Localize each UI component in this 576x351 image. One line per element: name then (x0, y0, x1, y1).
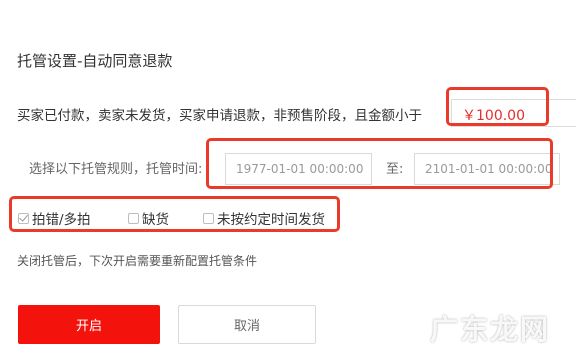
open-button[interactable]: 开启 (18, 305, 160, 344)
refund-condition-text: 买家已付款，卖家未发货，买家申请退款，非预售阶段，且金额小于 (17, 108, 422, 124)
options-highlight-frame (9, 196, 340, 232)
rule-time-label: 选择以下托管规则，托管时间: (29, 162, 203, 177)
watermark: 广东龙网 (430, 313, 551, 346)
amount-highlight-frame (446, 87, 549, 126)
close-hint-text: 关闭托管后，下次开启需要重新配置托管条件 (17, 254, 258, 268)
cancel-button[interactable]: 取消 (178, 305, 316, 344)
page-title: 托管设置-自动同意退款 (17, 52, 173, 70)
date-range-highlight-frame (206, 138, 553, 189)
